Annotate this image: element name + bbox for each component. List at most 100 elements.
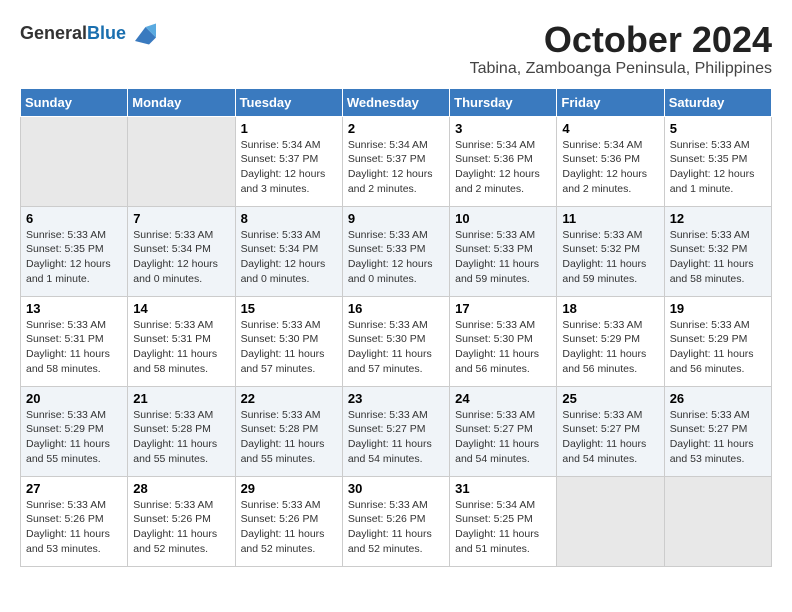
day-info: Sunrise: 5:33 AM Sunset: 5:31 PM Dayligh… [133,318,229,377]
calendar-week-row: 20 Sunrise: 5:33 AM Sunset: 5:29 PM Dayli… [21,386,772,476]
calendar-day-cell: 14 Sunrise: 5:33 AM Sunset: 5:31 PM Dayli… [128,296,235,386]
day-number: 3 [455,121,551,136]
calendar-day-cell: 29Sunrise: 5:33 AM Sunset: 5:26 PM Dayli… [235,476,342,566]
calendar-day-cell [21,116,128,206]
calendar-week-row: 1 Sunrise: 5:34 AM Sunset: 5:37 PM Daylig… [21,116,772,206]
day-info: Sunrise: 5:33 AM Sunset: 5:27 PM Dayligh… [455,408,551,467]
weekday-header: Thursday [450,88,557,116]
day-number: 19 [670,301,766,316]
day-info: Sunrise: 5:33 AM Sunset: 5:35 PM Dayligh… [670,138,766,197]
day-number: 23 [348,391,444,406]
day-info: Sunrise: 5:34 AM Sunset: 5:37 PM Dayligh… [348,138,444,197]
day-info: Sunrise: 5:33 AM Sunset: 5:27 PM Dayligh… [562,408,658,467]
calendar-table: SundayMondayTuesdayWednesdayThursdayFrid… [20,88,772,567]
calendar-day-cell: 30Sunrise: 5:33 AM Sunset: 5:26 PM Dayli… [342,476,449,566]
day-number: 31 [455,481,551,496]
calendar-body: 1 Sunrise: 5:34 AM Sunset: 5:37 PM Daylig… [21,116,772,566]
day-number: 1 [241,121,337,136]
day-info: Sunrise: 5:33 AM Sunset: 5:35 PM Dayligh… [26,228,122,287]
day-number: 13 [26,301,122,316]
calendar-week-row: 13 Sunrise: 5:33 AM Sunset: 5:31 PM Dayli… [21,296,772,386]
day-info: Sunrise: 5:33 AM Sunset: 5:26 PM Dayligh… [133,498,229,557]
location: Tabina, Zamboanga Peninsula, Philippines [470,60,772,78]
day-number: 30 [348,481,444,496]
day-info: Sunrise: 5:33 AM Sunset: 5:29 PM Dayligh… [670,318,766,377]
calendar-day-cell [557,476,664,566]
day-info: Sunrise: 5:33 AM Sunset: 5:32 PM Dayligh… [670,228,766,287]
day-number: 12 [670,211,766,226]
day-info: Sunrise: 5:33 AM Sunset: 5:26 PM Dayligh… [241,498,337,557]
calendar-day-cell: 2 Sunrise: 5:34 AM Sunset: 5:37 PM Daylig… [342,116,449,206]
calendar-day-cell: 21 Sunrise: 5:33 AM Sunset: 5:28 PM Dayli… [128,386,235,476]
day-number: 22 [241,391,337,406]
day-number: 4 [562,121,658,136]
calendar-day-cell: 9 Sunrise: 5:33 AM Sunset: 5:33 PM Daylig… [342,206,449,296]
calendar-day-cell: 20 Sunrise: 5:33 AM Sunset: 5:29 PM Dayli… [21,386,128,476]
day-info: Sunrise: 5:33 AM Sunset: 5:28 PM Dayligh… [241,408,337,467]
day-info: Sunrise: 5:33 AM Sunset: 5:34 PM Dayligh… [241,228,337,287]
calendar-day-cell: 12 Sunrise: 5:33 AM Sunset: 5:32 PM Dayli… [664,206,771,296]
day-number: 10 [455,211,551,226]
day-number: 21 [133,391,229,406]
day-info: Sunrise: 5:34 AM Sunset: 5:25 PM Dayligh… [455,498,551,557]
calendar-day-cell: 10 Sunrise: 5:33 AM Sunset: 5:33 PM Dayli… [450,206,557,296]
calendar-day-cell: 19 Sunrise: 5:33 AM Sunset: 5:29 PM Dayli… [664,296,771,386]
logo-general: General [20,23,87,43]
day-info: Sunrise: 5:34 AM Sunset: 5:37 PM Dayligh… [241,138,337,197]
day-number: 26 [670,391,766,406]
day-number: 28 [133,481,229,496]
day-number: 9 [348,211,444,226]
day-number: 27 [26,481,122,496]
day-info: Sunrise: 5:33 AM Sunset: 5:32 PM Dayligh… [562,228,658,287]
day-number: 18 [562,301,658,316]
day-info: Sunrise: 5:33 AM Sunset: 5:33 PM Dayligh… [455,228,551,287]
weekday-header: Monday [128,88,235,116]
day-info: Sunrise: 5:33 AM Sunset: 5:28 PM Dayligh… [133,408,229,467]
calendar-week-row: 27 Sunrise: 5:33 AM Sunset: 5:26 PM Dayli… [21,476,772,566]
day-number: 11 [562,211,658,226]
day-info: Sunrise: 5:33 AM Sunset: 5:34 PM Dayligh… [133,228,229,287]
calendar-day-cell: 5 Sunrise: 5:33 AM Sunset: 5:35 PM Daylig… [664,116,771,206]
calendar-day-cell: 27 Sunrise: 5:33 AM Sunset: 5:26 PM Dayli… [21,476,128,566]
weekday-header: Tuesday [235,88,342,116]
title-block: October 2024 Tabina, Zamboanga Peninsula… [470,20,772,78]
day-number: 16 [348,301,444,316]
day-number: 5 [670,121,766,136]
calendar-day-cell: 16Sunrise: 5:33 AM Sunset: 5:30 PM Dayli… [342,296,449,386]
calendar-day-cell: 22 Sunrise: 5:33 AM Sunset: 5:28 PM Dayli… [235,386,342,476]
day-info: Sunrise: 5:33 AM Sunset: 5:30 PM Dayligh… [241,318,337,377]
day-info: Sunrise: 5:33 AM Sunset: 5:26 PM Dayligh… [26,498,122,557]
day-info: Sunrise: 5:33 AM Sunset: 5:27 PM Dayligh… [348,408,444,467]
calendar-day-cell: 3 Sunrise: 5:34 AM Sunset: 5:36 PM Daylig… [450,116,557,206]
day-info: Sunrise: 5:33 AM Sunset: 5:33 PM Dayligh… [348,228,444,287]
calendar-day-cell: 4 Sunrise: 5:34 AM Sunset: 5:36 PM Daylig… [557,116,664,206]
day-number: 2 [348,121,444,136]
calendar-day-cell: 25 Sunrise: 5:33 AM Sunset: 5:27 PM Dayli… [557,386,664,476]
day-number: 15 [241,301,337,316]
day-number: 20 [26,391,122,406]
logo-blue: Blue [87,23,126,43]
day-number: 6 [26,211,122,226]
weekday-header: Wednesday [342,88,449,116]
calendar-header: SundayMondayTuesdayWednesdayThursdayFrid… [21,88,772,116]
day-info: Sunrise: 5:33 AM Sunset: 5:27 PM Dayligh… [670,408,766,467]
day-info: Sunrise: 5:34 AM Sunset: 5:36 PM Dayligh… [562,138,658,197]
day-number: 14 [133,301,229,316]
logo-icon [128,20,156,48]
calendar-day-cell: 26 Sunrise: 5:33 AM Sunset: 5:27 PM Dayli… [664,386,771,476]
day-info: Sunrise: 5:33 AM Sunset: 5:29 PM Dayligh… [562,318,658,377]
calendar-day-cell: 18 Sunrise: 5:33 AM Sunset: 5:29 PM Dayli… [557,296,664,386]
page-header: GeneralBlue October 2024 Tabina, Zamboan… [20,20,772,78]
day-info: Sunrise: 5:33 AM Sunset: 5:30 PM Dayligh… [455,318,551,377]
month-year: October 2024 [470,20,772,60]
calendar-day-cell: 24 Sunrise: 5:33 AM Sunset: 5:27 PM Dayli… [450,386,557,476]
calendar-week-row: 6 Sunrise: 5:33 AM Sunset: 5:35 PM Daylig… [21,206,772,296]
day-number: 7 [133,211,229,226]
weekday-header: Sunday [21,88,128,116]
day-info: Sunrise: 5:33 AM Sunset: 5:29 PM Dayligh… [26,408,122,467]
calendar-day-cell: 8Sunrise: 5:33 AM Sunset: 5:34 PM Daylig… [235,206,342,296]
day-number: 25 [562,391,658,406]
day-info: Sunrise: 5:34 AM Sunset: 5:36 PM Dayligh… [455,138,551,197]
day-number: 24 [455,391,551,406]
calendar-day-cell: 23 Sunrise: 5:33 AM Sunset: 5:27 PM Dayli… [342,386,449,476]
